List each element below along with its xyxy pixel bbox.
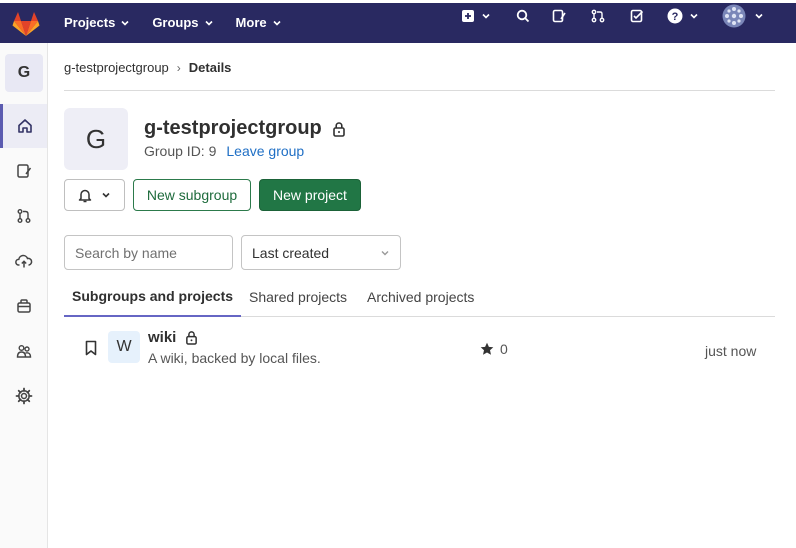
tab-subgroups-and-projects[interactable]: Subgroups and projects: [64, 276, 242, 317]
search-button[interactable]: [513, 3, 533, 29]
window-edge: [792, 43, 796, 548]
sidebar-item-settings[interactable]: [0, 374, 47, 418]
help-icon: ?: [667, 8, 683, 24]
sidebar-item-merge-requests[interactable]: [0, 194, 47, 238]
sidebar-item-issues[interactable]: [0, 149, 47, 193]
chevron-down-icon: [273, 20, 281, 26]
plus-square-icon: [462, 10, 474, 22]
gitlab-logo-icon[interactable]: [12, 11, 40, 37]
deploy-cloud-icon: [14, 254, 32, 268]
tab-shared-projects[interactable]: Shared projects: [249, 276, 347, 317]
todos-button[interactable]: [627, 3, 647, 29]
breadcrumb-current[interactable]: Details: [189, 60, 232, 75]
bell-icon: [78, 189, 92, 202]
help-menu-button[interactable]: ?: [665, 3, 701, 29]
new-subgroup-button[interactable]: New subgroup: [133, 179, 251, 211]
search-input[interactable]: [64, 235, 233, 270]
group-name: g-testprojectgroup: [144, 117, 322, 139]
user-avatar: [722, 4, 746, 28]
page-title: g-testprojectgroup: [144, 117, 346, 140]
nav-more-label: More: [235, 15, 267, 30]
todo-icon: [630, 9, 644, 23]
nav-groups[interactable]: Groups: [152, 15, 213, 30]
breadcrumb-group-link[interactable]: g-testprojectgroup: [64, 60, 169, 75]
issues-icon: [552, 9, 566, 23]
project-name[interactable]: wiki: [148, 329, 198, 346]
settings-icon: [15, 387, 32, 405]
list-item[interactable]: W wiki A wiki, backed by local files. 0 …: [64, 325, 775, 375]
nav-groups-label: Groups: [152, 15, 199, 30]
lock-icon: [186, 331, 198, 345]
group-id-text: Group ID: 9: [144, 143, 217, 159]
sidebar: G: [0, 43, 48, 548]
group-id: Group ID: 9 Leave group: [144, 143, 304, 159]
chevron-down-icon: [482, 13, 490, 19]
merge-requests-button[interactable]: [588, 3, 608, 29]
sidebar-item-group-overview[interactable]: [0, 104, 47, 148]
nav-projects-label: Projects: [64, 15, 116, 30]
issues-button[interactable]: [549, 3, 569, 29]
leave-group-link[interactable]: Leave group: [226, 143, 304, 159]
chevron-right-icon: ›: [176, 60, 181, 75]
divider: [64, 90, 775, 91]
home-icon: [18, 119, 32, 133]
notification-dropdown[interactable]: [64, 179, 125, 211]
top-navbar: Projects Groups More ?: [0, 0, 796, 43]
bookmark-icon: [85, 340, 97, 356]
members-icon: [16, 345, 31, 358]
user-menu-button[interactable]: [721, 3, 765, 29]
chevron-down-icon: [755, 13, 763, 19]
project-description: A wiki, backed by local files.: [148, 350, 321, 366]
packages-icon: [16, 299, 31, 313]
nav-more[interactable]: More: [236, 15, 282, 30]
project-name-link[interactable]: wiki: [148, 329, 176, 346]
chevron-down-icon: [690, 13, 698, 19]
issues-icon: [16, 164, 31, 178]
project-avatar[interactable]: W: [108, 331, 140, 363]
breadcrumb: g-testprojectgroup › Details: [64, 60, 231, 75]
svg-text:?: ?: [672, 11, 679, 23]
merge-request-icon: [17, 209, 30, 223]
new-project-button[interactable]: New project: [259, 179, 361, 211]
star-count: 0: [480, 341, 508, 357]
tabs: Subgroups and projects Shared projects A…: [64, 276, 775, 317]
lock-icon: [332, 121, 345, 137]
sidebar-item-packages[interactable]: [0, 284, 47, 328]
chevron-down-icon: [121, 20, 129, 26]
sidebar-group-avatar[interactable]: G: [5, 54, 43, 92]
star-icon: [480, 342, 494, 355]
search-icon: [516, 9, 530, 23]
chevron-down-icon: [204, 20, 213, 26]
tab-archived-projects[interactable]: Archived projects: [367, 276, 474, 317]
sidebar-item-kubernetes[interactable]: [0, 239, 47, 283]
chevron-down-icon: [102, 192, 110, 198]
chevron-down-icon: [381, 250, 389, 255]
nav-projects[interactable]: Projects: [64, 15, 130, 30]
star-count-value: 0: [500, 341, 508, 357]
group-avatar: G: [64, 108, 128, 170]
sidebar-item-members[interactable]: [0, 329, 47, 373]
sort-value: Last created: [252, 244, 330, 261]
sort-dropdown[interactable]: Last created: [241, 235, 401, 270]
new-menu-button[interactable]: [459, 3, 493, 29]
merge-request-icon: [591, 9, 605, 23]
last-updated: just now: [705, 343, 757, 359]
